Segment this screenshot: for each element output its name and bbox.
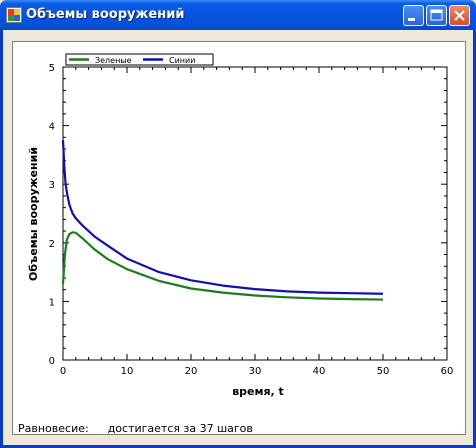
x-tick-label: 30 bbox=[249, 366, 262, 377]
maximize-icon bbox=[430, 9, 443, 21]
y-tick-label: 4 bbox=[49, 122, 55, 133]
plot-frame bbox=[62, 66, 448, 361]
y-tick-label: 1 bbox=[49, 297, 55, 308]
equilibrium-label: Равновесие: bbox=[18, 422, 89, 435]
app-icon[interactable] bbox=[6, 7, 22, 23]
close-button[interactable] bbox=[449, 5, 470, 26]
minimize-icon bbox=[408, 18, 415, 21]
close-icon bbox=[454, 10, 465, 21]
y-tick-label: 2 bbox=[49, 239, 55, 250]
x-axis-label: время, t bbox=[232, 385, 284, 398]
window-title: Объемы вооружений bbox=[26, 7, 185, 22]
equilibrium-value: достигается за 37 шагов bbox=[107, 422, 253, 435]
x-tick-label: 20 bbox=[185, 366, 198, 377]
chart-panel: 0 1 2 3 4 5 0 10 20 30 40 50 60 Зеленые Синии Объемы … bbox=[12, 41, 466, 435]
y-tick-label: 3 bbox=[49, 180, 55, 191]
app-window: Объемы вооружений 0 1 2 3 4 5 0 10 20 30 40 50 60 bbox=[0, 0, 476, 448]
status-bar: Равновесие: достигается за 37 шагов bbox=[18, 422, 253, 435]
x-tick-label: 0 bbox=[60, 366, 66, 377]
y-tick-label: 0 bbox=[49, 356, 55, 367]
chart-legend: Зеленые Синии bbox=[65, 53, 214, 66]
legend-label-2: Синии bbox=[169, 56, 195, 65]
plot-area bbox=[62, 66, 448, 361]
legend-label-1: Зеленые bbox=[95, 56, 132, 65]
x-tick-label: 60 bbox=[441, 366, 454, 377]
maximize-button[interactable] bbox=[426, 5, 447, 26]
window-content: 0 1 2 3 4 5 0 10 20 30 40 50 60 Зеленые Синии Объемы … bbox=[6, 30, 476, 448]
x-tick-label: 50 bbox=[377, 366, 390, 377]
y-axis-label: Объемы вооружений bbox=[27, 147, 40, 281]
x-tick-label: 10 bbox=[121, 366, 134, 377]
title-bar[interactable]: Объемы вооружений bbox=[0, 0, 476, 30]
y-tick-label: 5 bbox=[49, 63, 55, 74]
line-chart: 0123450 10 20 30 40 50 60 Зеленые Синии Объемы … bbox=[27, 53, 454, 398]
minimize-button[interactable] bbox=[403, 5, 424, 26]
x-tick-label: 40 bbox=[313, 366, 326, 377]
